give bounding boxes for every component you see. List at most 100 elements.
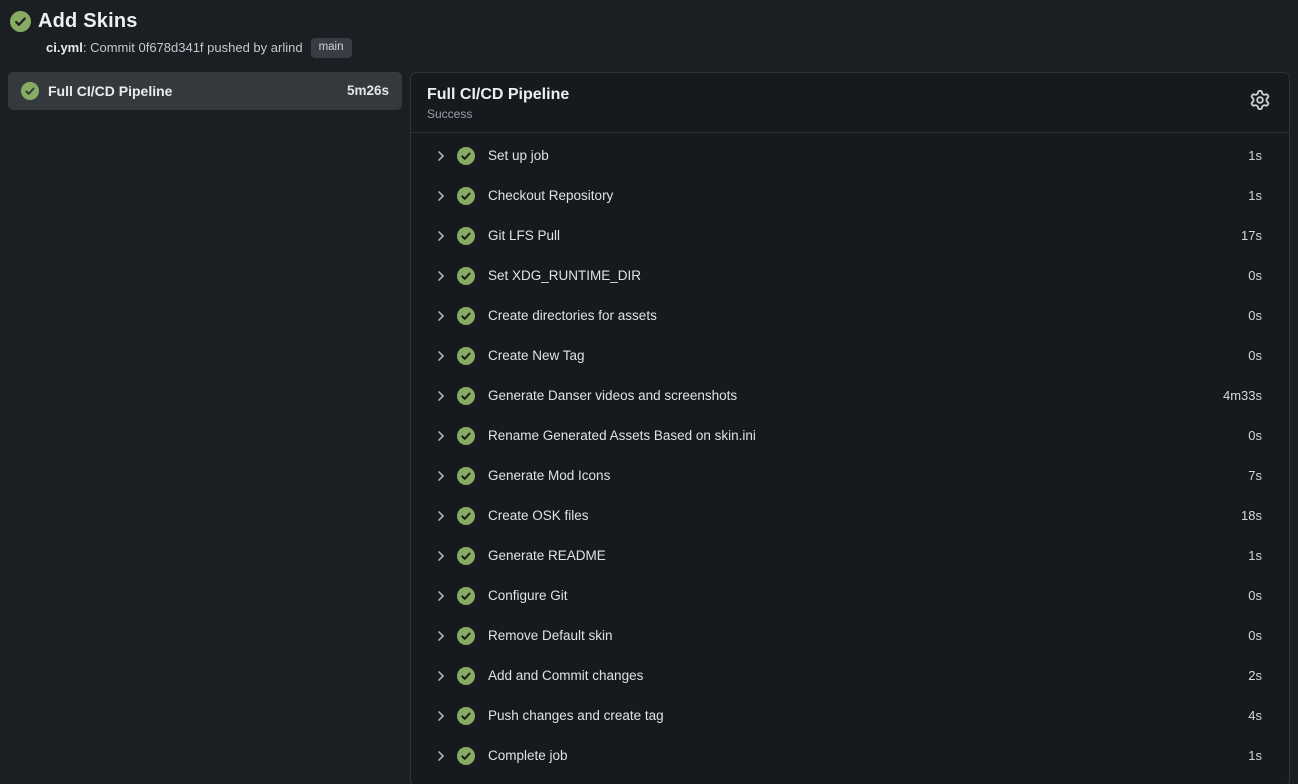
chevron-right-icon — [434, 629, 448, 643]
step-row[interactable]: Complete job 1s — [411, 736, 1289, 776]
step-row[interactable]: Generate README 1s — [411, 536, 1289, 576]
success-check-icon — [457, 187, 475, 205]
chevron-right-icon — [434, 669, 448, 683]
step-duration: 1s — [1248, 188, 1262, 203]
step-status-icon — [457, 147, 475, 165]
steps-list: Set up job 1s Checkout Repository 1s Git… — [411, 133, 1289, 776]
pushed-by-text: pushed by — [204, 40, 271, 55]
step-duration: 0s — [1248, 628, 1262, 643]
step-row[interactable]: Set up job 1s — [411, 136, 1289, 176]
step-status-icon — [457, 707, 475, 725]
step-name: Git LFS Pull — [488, 228, 1241, 243]
job-item-full-pipeline[interactable]: Full CI/CD Pipeline 5m26s — [8, 72, 402, 110]
step-status-icon — [457, 587, 475, 605]
commit-link[interactable]: Commit 0f678d341f — [90, 40, 203, 55]
chevron-right-icon — [434, 589, 448, 603]
success-check-icon — [457, 227, 475, 245]
step-row[interactable]: Create New Tag 0s — [411, 336, 1289, 376]
step-row[interactable]: Set XDG_RUNTIME_DIR 0s — [411, 256, 1289, 296]
content-area: Full CI/CD Pipeline 5m26s Full CI/CD Pip… — [8, 72, 1290, 784]
step-duration: 0s — [1248, 428, 1262, 443]
step-name: Rename Generated Assets Based on skin.in… — [488, 428, 1248, 443]
run-header: Add Skins ci.yml: Commit 0f678d341f push… — [8, 8, 1290, 58]
branch-badge[interactable]: main — [311, 38, 352, 58]
step-row[interactable]: Checkout Repository 1s — [411, 176, 1289, 216]
success-check-icon — [457, 547, 475, 565]
run-panel: Full CI/CD Pipeline Success Set up job 1… — [410, 72, 1290, 784]
success-check-icon — [457, 667, 475, 685]
step-duration: 1s — [1248, 548, 1262, 563]
step-status-icon — [457, 427, 475, 445]
step-row[interactable]: Push changes and create tag 4s — [411, 696, 1289, 736]
step-status-icon — [457, 747, 475, 765]
step-row[interactable]: Remove Default skin 0s — [411, 616, 1289, 656]
panel-status: Success — [427, 107, 1273, 121]
chevron-right-icon — [434, 549, 448, 563]
jobs-sidebar: Full CI/CD Pipeline 5m26s — [8, 72, 402, 784]
step-duration: 0s — [1248, 308, 1262, 323]
author-link[interactable]: arlind — [271, 40, 303, 55]
success-check-icon — [457, 507, 475, 525]
step-status-icon — [457, 667, 475, 685]
step-name: Create OSK files — [488, 508, 1241, 523]
step-status-icon — [457, 227, 475, 245]
chevron-right-icon — [434, 509, 448, 523]
step-name: Push changes and create tag — [488, 708, 1248, 723]
step-row[interactable]: Generate Danser videos and screenshots 4… — [411, 376, 1289, 416]
job-name: Full CI/CD Pipeline — [48, 83, 347, 99]
step-duration: 1s — [1248, 148, 1262, 163]
chevron-right-icon — [434, 149, 448, 163]
success-check-icon — [457, 627, 475, 645]
chevron-right-icon — [434, 709, 448, 723]
success-check-icon — [457, 387, 475, 405]
success-check-icon — [457, 587, 475, 605]
step-status-icon — [457, 387, 475, 405]
success-check-icon — [457, 307, 475, 325]
step-duration: 0s — [1248, 268, 1262, 283]
step-duration: 0s — [1248, 588, 1262, 603]
step-duration: 2s — [1248, 668, 1262, 683]
step-row[interactable]: Configure Git 0s — [411, 576, 1289, 616]
step-duration: 4s — [1248, 708, 1262, 723]
step-duration: 7s — [1248, 468, 1262, 483]
run-status-icon — [10, 11, 31, 32]
workflow-file-link[interactable]: ci.yml — [46, 40, 83, 55]
job-status-icon — [21, 82, 39, 100]
step-name: Generate README — [488, 548, 1248, 563]
settings-button[interactable] — [1247, 87, 1273, 113]
step-duration: 18s — [1241, 508, 1262, 523]
step-duration: 17s — [1241, 228, 1262, 243]
step-name: Checkout Repository — [488, 188, 1248, 203]
step-row[interactable]: Rename Generated Assets Based on skin.in… — [411, 416, 1289, 456]
step-status-icon — [457, 347, 475, 365]
step-name: Remove Default skin — [488, 628, 1248, 643]
step-name: Create New Tag — [488, 348, 1248, 363]
step-row[interactable]: Create directories for assets 0s — [411, 296, 1289, 336]
chevron-right-icon — [434, 469, 448, 483]
chevron-right-icon — [434, 309, 448, 323]
success-check-icon — [457, 147, 475, 165]
step-name: Generate Danser videos and screenshots — [488, 388, 1223, 403]
run-title: Add Skins — [38, 10, 138, 33]
step-status-icon — [457, 627, 475, 645]
step-row[interactable]: Generate Mod Icons 7s — [411, 456, 1289, 496]
success-check-icon — [457, 747, 475, 765]
separator-text: : — [83, 40, 90, 55]
step-status-icon — [457, 267, 475, 285]
chevron-right-icon — [434, 349, 448, 363]
panel-header: Full CI/CD Pipeline Success — [411, 73, 1289, 133]
success-check-icon — [457, 267, 475, 285]
chevron-right-icon — [434, 749, 448, 763]
step-row[interactable]: Git LFS Pull 17s — [411, 216, 1289, 256]
step-status-icon — [457, 507, 475, 525]
step-name: Set XDG_RUNTIME_DIR — [488, 268, 1248, 283]
step-duration: 1s — [1248, 748, 1262, 763]
gear-icon — [1250, 90, 1270, 110]
step-row[interactable]: Add and Commit changes 2s — [411, 656, 1289, 696]
step-name: Add and Commit changes — [488, 668, 1248, 683]
job-duration: 5m26s — [347, 83, 389, 98]
commit-line: ci.yml: Commit 0f678d341f pushed by arli… — [46, 38, 1288, 58]
panel-title: Full CI/CD Pipeline — [427, 86, 1273, 104]
step-row[interactable]: Create OSK files 18s — [411, 496, 1289, 536]
success-check-icon — [457, 427, 475, 445]
